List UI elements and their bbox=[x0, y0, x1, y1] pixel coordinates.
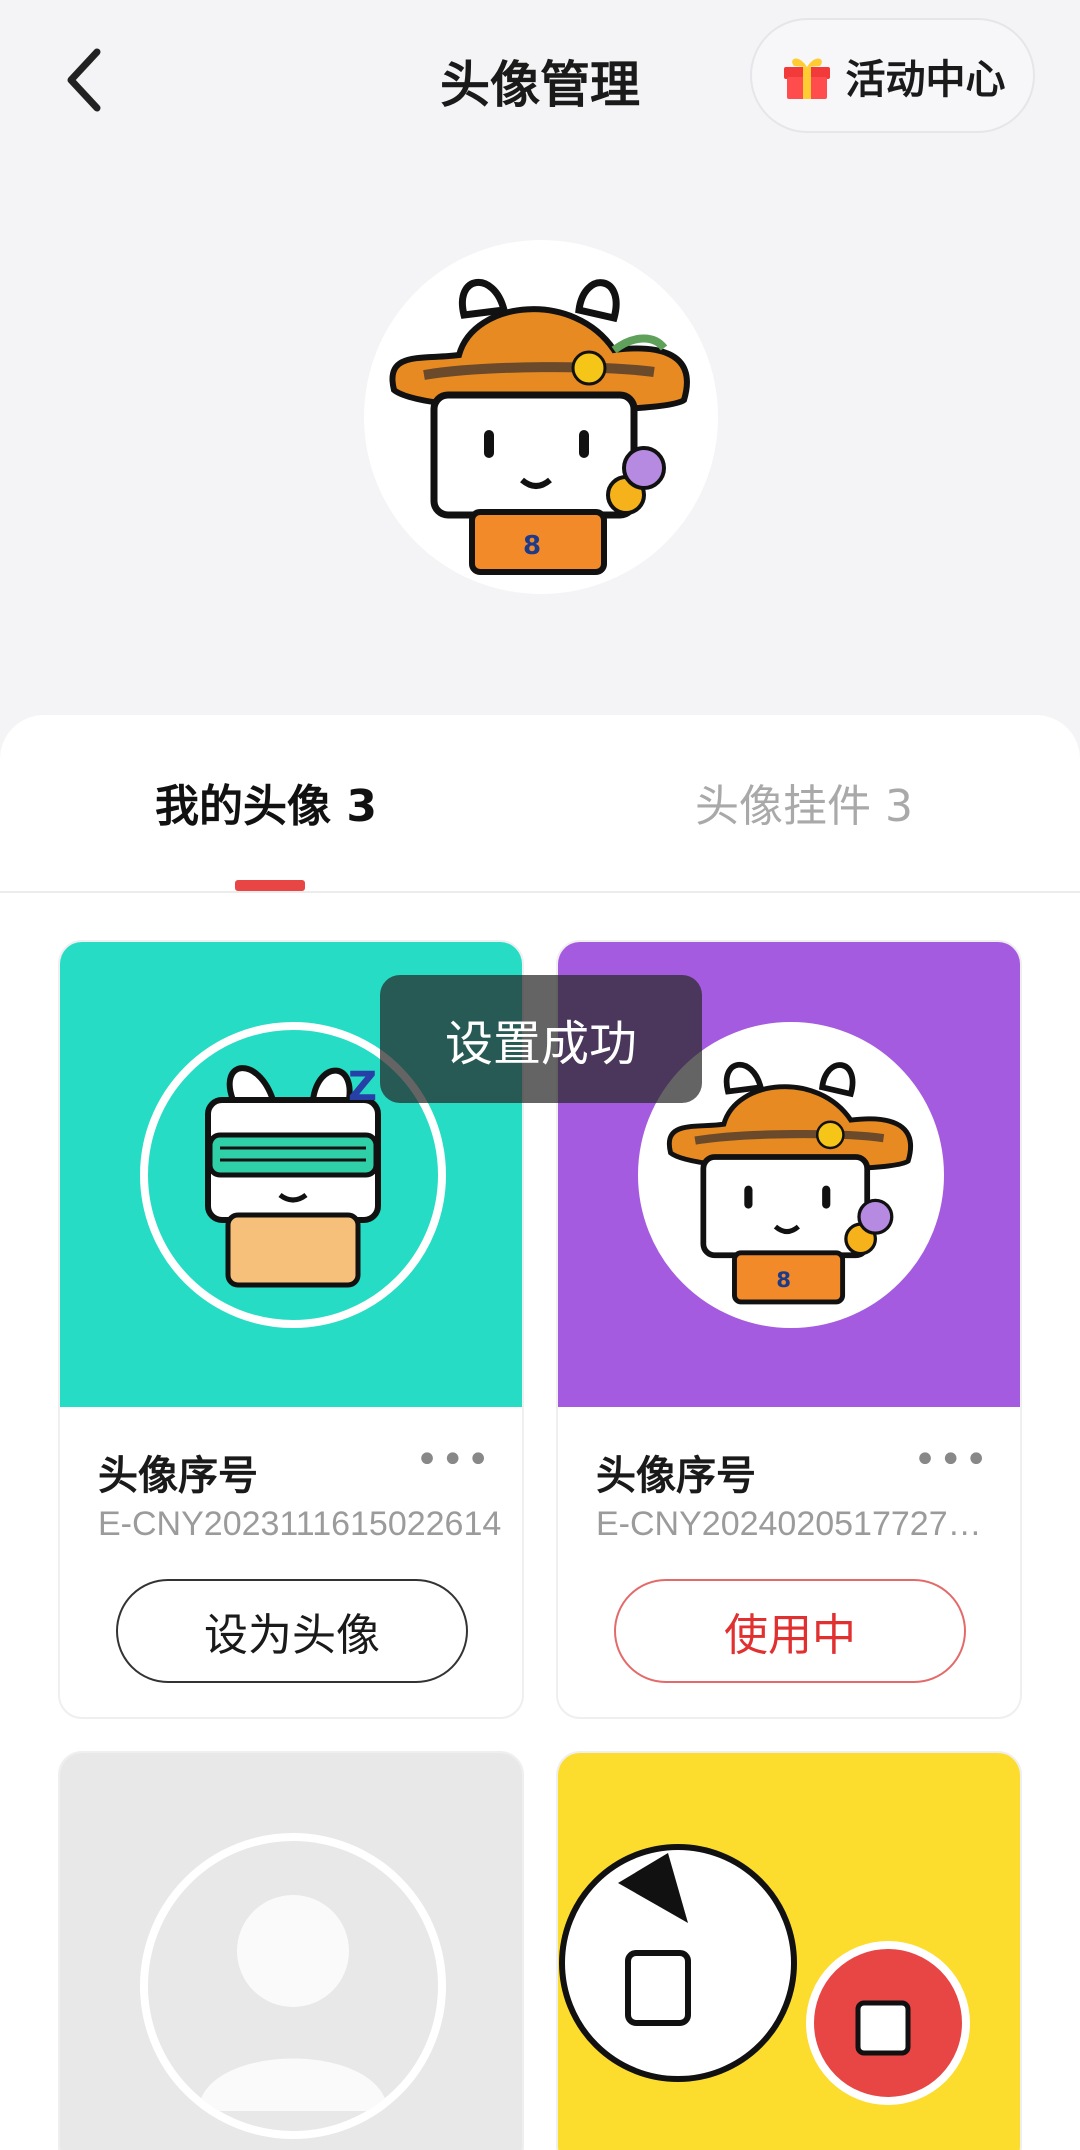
avatar-card[interactable] bbox=[556, 1751, 1022, 2150]
rabbit-cowboy-avatar-image: 8 bbox=[389, 279, 690, 575]
tab-avatar-pendants[interactable]: 头像挂件 3 bbox=[695, 770, 913, 834]
avatar-card-image bbox=[558, 1753, 1020, 2150]
avatar-serial-number: E-CNY2024020517727… bbox=[596, 1505, 982, 1543]
set-as-avatar-button[interactable]: 设为头像 bbox=[116, 1579, 468, 1683]
in-use-button[interactable]: 使用中 bbox=[614, 1579, 966, 1683]
svg-text:Z: Z bbox=[348, 1064, 377, 1110]
rabbit-closeup-avatar-image bbox=[559, 1844, 970, 2105]
current-avatar: 8 bbox=[364, 240, 718, 594]
avatar-circle-frame bbox=[140, 1833, 446, 2139]
tab-my-avatars[interactable]: 我的头像 3 bbox=[155, 770, 377, 834]
header-bar: 头像管理 活动中心 bbox=[0, 0, 1080, 160]
default-user-avatar-icon bbox=[198, 1895, 388, 2111]
avatar-panel: 我的头像 3 头像挂件 3 Z 头像序号 ••• E-CNY2023111615… bbox=[0, 715, 1080, 2150]
success-toast: 设置成功 bbox=[380, 975, 702, 1103]
gift-icon bbox=[783, 58, 830, 99]
active-tab-indicator bbox=[235, 880, 305, 891]
avatar-serial-number: E-CNY2023111615022614 bbox=[98, 1505, 502, 1543]
avatar-card-info: 头像序号 ••• E-CNY2023111615022614 设为头像 bbox=[60, 1407, 522, 1717]
avatar-card-image bbox=[60, 1753, 522, 2150]
svg-text:8: 8 bbox=[776, 1268, 791, 1293]
svg-text:8: 8 bbox=[523, 531, 541, 561]
more-options-icon[interactable]: ••• bbox=[913, 1437, 990, 1483]
avatar-card-info: 头像序号 ••• E-CNY2024020517727… 使用中 bbox=[558, 1407, 1020, 1717]
avatar-serial-label: 头像序号 bbox=[596, 1453, 756, 1499]
activity-center-label: 活动中心 bbox=[845, 56, 1006, 103]
more-options-icon[interactable]: ••• bbox=[415, 1437, 492, 1483]
avatar-card[interactable] bbox=[58, 1751, 524, 2150]
activity-center-button[interactable]: 活动中心 bbox=[750, 18, 1035, 133]
avatar-serial-label: 头像序号 bbox=[98, 1453, 258, 1499]
tab-bar: 我的头像 3 头像挂件 3 bbox=[0, 715, 1080, 893]
